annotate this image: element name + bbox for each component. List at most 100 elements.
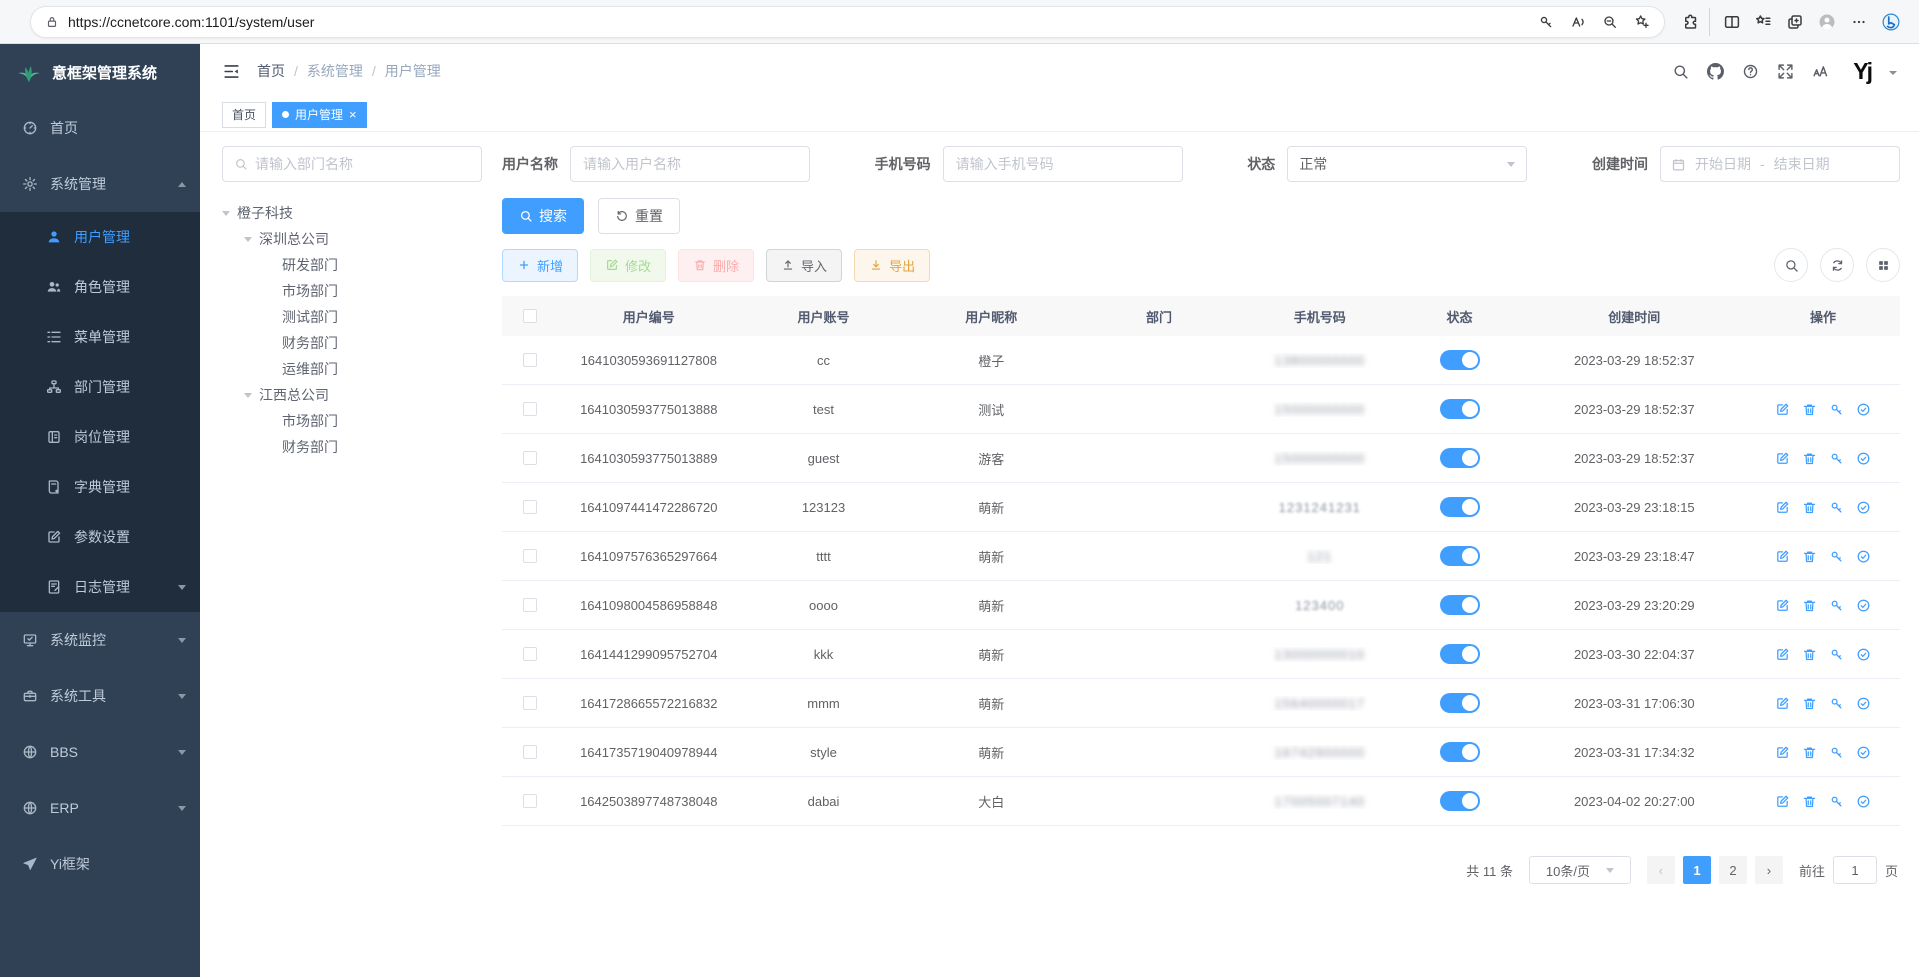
sidebar-item-system[interactable]: 系统管理 bbox=[0, 156, 200, 212]
breadcrumb-home[interactable]: 首页 bbox=[257, 61, 285, 81]
export-button[interactable]: 导出 bbox=[854, 249, 930, 282]
status-toggle[interactable] bbox=[1440, 546, 1480, 566]
tree-expand-icon[interactable] bbox=[244, 393, 252, 398]
row-checkbox[interactable] bbox=[523, 402, 537, 416]
sidebar-item-bbs[interactable]: BBS bbox=[0, 724, 200, 780]
status-toggle[interactable] bbox=[1440, 742, 1480, 762]
tree-node[interactable]: 橙子科技 bbox=[222, 200, 482, 226]
collections-icon[interactable] bbox=[1749, 8, 1777, 36]
trash-icon[interactable] bbox=[1802, 647, 1817, 662]
url-text[interactable]: https://ccnetcore.com:1101/system/user bbox=[68, 14, 1523, 30]
edit-square-icon[interactable] bbox=[1775, 402, 1790, 417]
sidebar-item-yi-framework[interactable]: Yi框架 bbox=[0, 836, 200, 892]
status-toggle[interactable] bbox=[1440, 497, 1480, 517]
trash-icon[interactable] bbox=[1802, 745, 1817, 760]
tab-group-icon[interactable] bbox=[1781, 8, 1809, 36]
check-circle-icon[interactable] bbox=[1856, 549, 1871, 564]
edit-square-icon[interactable] bbox=[1775, 598, 1790, 613]
check-circle-icon[interactable] bbox=[1856, 647, 1871, 662]
row-checkbox[interactable] bbox=[523, 500, 537, 514]
date-end-placeholder[interactable]: 结束日期 bbox=[1774, 154, 1830, 174]
grid-circle-button[interactable] bbox=[1866, 248, 1900, 282]
check-circle-icon[interactable] bbox=[1856, 794, 1871, 809]
check-circle-icon[interactable] bbox=[1856, 500, 1871, 515]
tree-node[interactable]: 研发部门 bbox=[222, 252, 482, 278]
row-checkbox[interactable] bbox=[523, 794, 537, 808]
github-icon[interactable] bbox=[1707, 63, 1724, 80]
edit-square-icon[interactable] bbox=[1775, 745, 1790, 760]
fullscreen-icon[interactable] bbox=[1777, 63, 1794, 80]
read-aloud-icon[interactable] bbox=[1564, 8, 1592, 36]
trash-icon[interactable] bbox=[1802, 500, 1817, 515]
tree-node[interactable]: 财务部门 bbox=[222, 330, 482, 356]
status-toggle[interactable] bbox=[1440, 350, 1480, 370]
department-search[interactable] bbox=[222, 146, 482, 182]
check-circle-icon[interactable] bbox=[1856, 451, 1871, 466]
tree-expand-icon[interactable] bbox=[244, 237, 252, 242]
page-size-select[interactable]: 10条/页 bbox=[1529, 856, 1631, 884]
tag-user-management[interactable]: 用户管理 × bbox=[272, 102, 367, 128]
tree-node[interactable]: 市场部门 bbox=[222, 408, 482, 434]
sidebar-item-erp[interactable]: ERP bbox=[0, 780, 200, 836]
key-icon[interactable] bbox=[1829, 402, 1844, 417]
trash-icon[interactable] bbox=[1802, 451, 1817, 466]
sidebar-item-role-mgmt[interactable]: 角色管理 bbox=[0, 262, 200, 312]
sync-circle-button[interactable] bbox=[1820, 248, 1854, 282]
sidebar-item-user-mgmt[interactable]: 用户管理 bbox=[0, 212, 200, 262]
trash-icon[interactable] bbox=[1802, 794, 1817, 809]
row-checkbox[interactable] bbox=[523, 647, 537, 661]
edit-square-icon[interactable] bbox=[1775, 549, 1790, 564]
fontsize-icon[interactable] bbox=[1812, 63, 1829, 80]
sidebar-item-dict-mgmt[interactable]: 字典管理 bbox=[0, 462, 200, 512]
sidebar-item-param-settings[interactable]: 参数设置 bbox=[0, 512, 200, 562]
key-icon[interactable] bbox=[1829, 549, 1844, 564]
row-checkbox[interactable] bbox=[523, 451, 537, 465]
row-checkbox[interactable] bbox=[523, 549, 537, 563]
key-icon[interactable] bbox=[1829, 500, 1844, 515]
key-icon[interactable] bbox=[1829, 696, 1844, 711]
tree-node[interactable]: 市场部门 bbox=[222, 278, 482, 304]
check-circle-icon[interactable] bbox=[1856, 745, 1871, 760]
profile-avatar-icon[interactable] bbox=[1813, 8, 1841, 36]
sidebar-item-post-mgmt[interactable]: 岗位管理 bbox=[0, 412, 200, 462]
favorites-add-icon[interactable] bbox=[1628, 8, 1656, 36]
trash-icon[interactable] bbox=[1802, 696, 1817, 711]
date-start-placeholder[interactable]: 开始日期 bbox=[1695, 154, 1751, 174]
trash-icon[interactable] bbox=[1802, 598, 1817, 613]
tree-node[interactable]: 财务部门 bbox=[222, 434, 482, 460]
split-screen-icon[interactable] bbox=[1709, 8, 1745, 36]
tree-node[interactable]: 测试部门 bbox=[222, 304, 482, 330]
goto-page-input[interactable] bbox=[1833, 856, 1877, 884]
edit-button[interactable]: 修改 bbox=[590, 249, 666, 282]
select-all-checkbox[interactable] bbox=[523, 309, 537, 323]
edit-square-icon[interactable] bbox=[1775, 647, 1790, 662]
more-options-icon[interactable] bbox=[1845, 8, 1873, 36]
key-icon[interactable] bbox=[1829, 598, 1844, 613]
trash-icon[interactable] bbox=[1802, 402, 1817, 417]
status-select[interactable]: 正常 bbox=[1287, 146, 1527, 182]
sidebar-item-log-mgmt[interactable]: 日志管理 bbox=[0, 562, 200, 612]
sidebar-item-tools[interactable]: 系统工具 bbox=[0, 668, 200, 724]
edit-square-icon[interactable] bbox=[1775, 451, 1790, 466]
edit-square-icon[interactable] bbox=[1775, 500, 1790, 515]
key-icon[interactable] bbox=[1829, 794, 1844, 809]
address-bar[interactable]: https://ccnetcore.com:1101/system/user bbox=[30, 6, 1665, 38]
key-icon[interactable] bbox=[1532, 8, 1560, 36]
row-checkbox[interactable] bbox=[523, 353, 537, 367]
import-button[interactable]: 导入 bbox=[766, 249, 842, 282]
row-checkbox[interactable] bbox=[523, 696, 537, 710]
page-button-1[interactable]: 1 bbox=[1683, 856, 1711, 884]
reset-button[interactable]: 重置 bbox=[598, 198, 680, 234]
bing-chat-icon[interactable] bbox=[1877, 8, 1905, 36]
sidebar-item-menu-mgmt[interactable]: 菜单管理 bbox=[0, 312, 200, 362]
help-icon[interactable] bbox=[1742, 63, 1759, 80]
key-icon[interactable] bbox=[1829, 451, 1844, 466]
row-checkbox[interactable] bbox=[523, 745, 537, 759]
next-page-button[interactable]: › bbox=[1755, 856, 1783, 884]
phone-input[interactable] bbox=[943, 146, 1183, 182]
delete-button[interactable]: 删除 bbox=[678, 249, 754, 282]
prev-page-button[interactable]: ‹ bbox=[1647, 856, 1675, 884]
add-button[interactable]: 新增 bbox=[502, 249, 578, 282]
zoom-out-icon[interactable] bbox=[1596, 8, 1624, 36]
department-search-input[interactable] bbox=[255, 156, 470, 172]
